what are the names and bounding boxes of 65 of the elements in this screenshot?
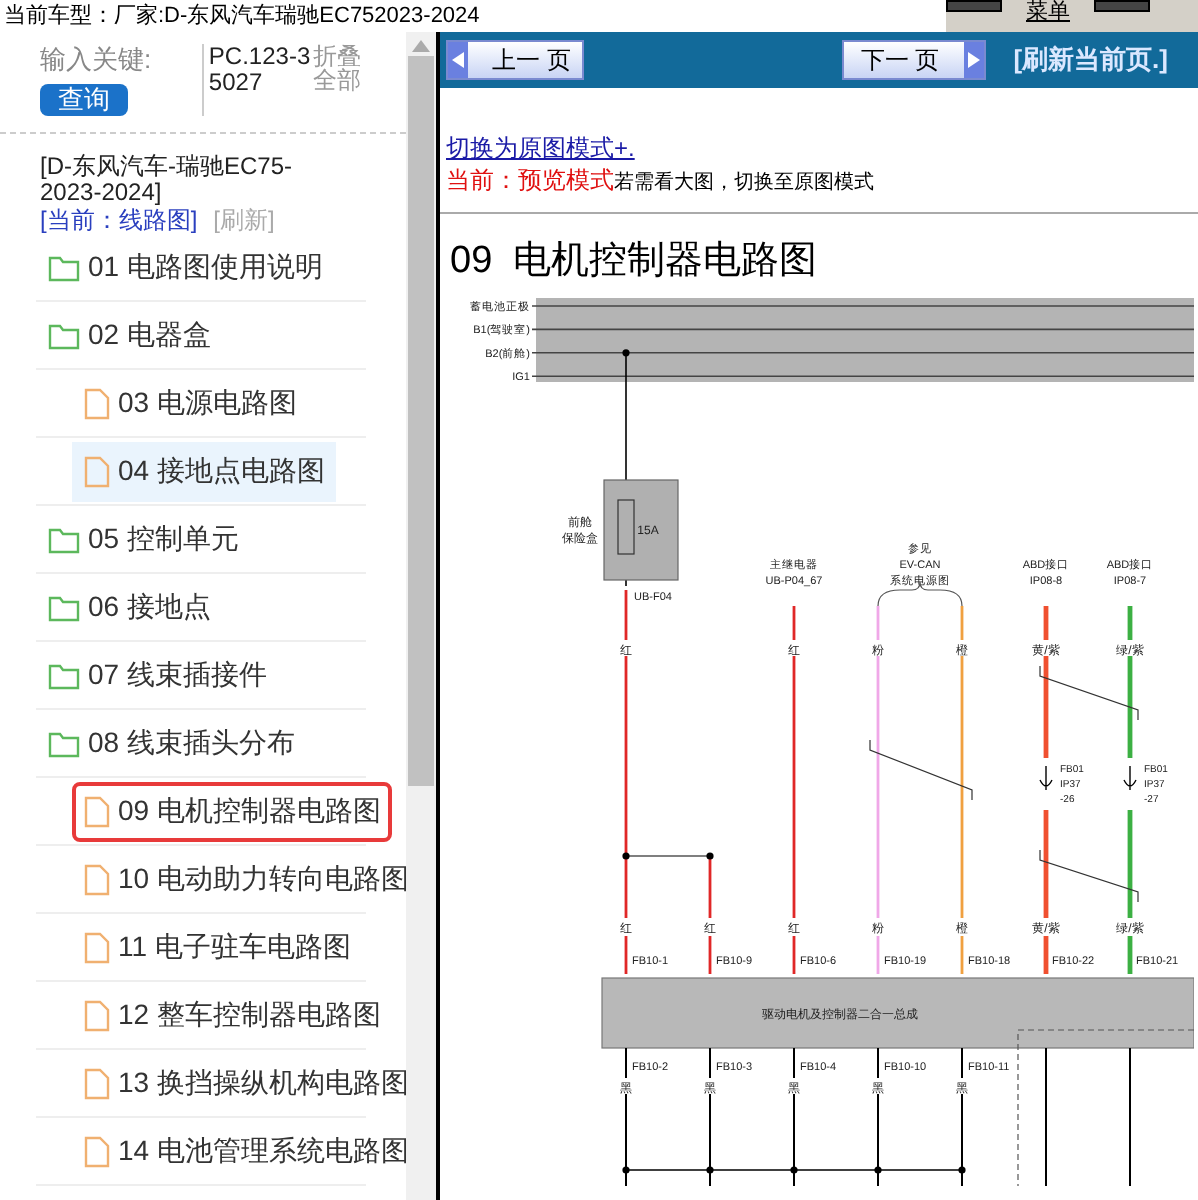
wire-line (1045, 1047, 1047, 1186)
folder-icon (48, 253, 80, 281)
document-icon (84, 1135, 110, 1167)
junction-dot (874, 1166, 882, 1174)
tree-item[interactable]: 07 线束插接件 (36, 645, 279, 705)
shield-mark (1039, 665, 1139, 721)
current-mode-link[interactable]: [当前：线路图] (40, 206, 198, 234)
tree-item[interactable]: 06 接地点 (36, 577, 223, 637)
junction-dot (958, 1166, 966, 1174)
scroll-up-icon[interactable] (412, 40, 430, 52)
wire-line (1129, 1047, 1131, 1186)
document-icon (84, 455, 110, 487)
tree-item[interactable]: 02 电器盒 (36, 305, 223, 365)
tree-item[interactable]: 08 线束插头分布 (36, 713, 307, 773)
page-heading: 09 电机控制器电路图 (448, 238, 820, 286)
folder-icon (48, 593, 80, 621)
fuse-symbol (617, 499, 635, 555)
connector-symbol (1039, 765, 1053, 791)
tree-item[interactable]: 11 电子驻车电路图 (72, 917, 363, 977)
model-value: 厂家:D-东风汽车瑞驰EC752023-2024 (114, 1, 480, 32)
document-icon (84, 387, 110, 419)
tree-item[interactable]: 14 电池管理系统电路图 (72, 1121, 406, 1181)
document-icon (84, 931, 110, 963)
junction-dot (622, 349, 630, 357)
document-icon (84, 795, 110, 827)
folder-icon (48, 661, 80, 689)
folder-icon (48, 729, 80, 757)
tree-item[interactable]: 01 电路图使用说明 (36, 237, 335, 297)
tree-item[interactable]: 03 电源电路图 (72, 373, 309, 433)
junction-dot (622, 852, 630, 860)
junction-dot (622, 1166, 630, 1174)
connector-symbol (1123, 765, 1137, 791)
tree-item[interactable]: 13 换挡操纵机构电路图 (72, 1053, 406, 1113)
shield-mark (869, 739, 973, 801)
document-icon (84, 1067, 110, 1099)
vehicle-title: [D-东风汽车-瑞驰EC75-2023-2024] (40, 154, 295, 206)
scrollbar-thumb[interactable] (408, 56, 434, 786)
current-mode-text: 当前：预览模式 (446, 164, 614, 196)
tree-item[interactable]: 09 电机控制器电路图 (72, 781, 393, 841)
document-icon (84, 863, 110, 895)
tree-item[interactable]: 12 整车控制器电路图 (72, 985, 393, 1045)
folder-icon (48, 321, 80, 349)
document-icon (84, 999, 110, 1031)
junction-dot (706, 1166, 714, 1174)
shield-mark (1039, 849, 1139, 903)
scrollbar[interactable] (406, 32, 436, 1200)
model-label: 当前车型： (4, 1, 114, 32)
tree-item[interactable]: 05 控制单元 (36, 509, 251, 569)
junction-dot (790, 1166, 798, 1174)
tree-item[interactable]: 10 电动助力转向电路图 (72, 849, 406, 909)
tree-item[interactable]: 04 接地点电路图 (72, 441, 337, 501)
folder-icon (48, 525, 80, 553)
toolbar-button[interactable] (1094, 0, 1150, 12)
keyword-field[interactable]: PC.123-35027 (208, 44, 313, 96)
keyword-label: 输入关键: (40, 44, 152, 76)
refresh-page-link[interactable]: [刷新当前页.] (1013, 40, 1168, 80)
junction-dot (706, 852, 714, 860)
mode-hint: 若需看大图，切换至原图模式 (614, 169, 874, 198)
toolbar-button[interactable] (946, 0, 1002, 12)
search-button[interactable]: 查询 (40, 84, 128, 116)
original-mode-link[interactable]: 切换为原图模式+. (446, 132, 1192, 164)
previous-page-button[interactable]: 上一 页 (446, 40, 585, 80)
menu-link[interactable]: 菜单 (1026, 0, 1070, 24)
next-page-button[interactable]: 下一 页 (842, 40, 986, 80)
fuse-box (603, 479, 679, 581)
